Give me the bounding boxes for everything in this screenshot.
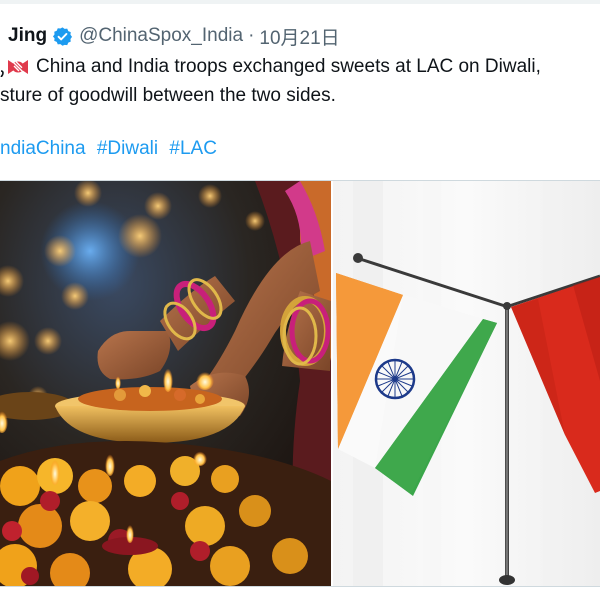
text-line-2: sture of goodwill between the two sides. [0,85,336,106]
tweet-text-line-1: China and India troops exchanged sweets … [0,54,541,80]
text-line-1: China and India troops exchanged sweets … [36,56,541,77]
author-handle[interactable]: @ChinaSpox_India [79,25,243,47]
candy-emoji-icon [6,57,30,77]
tweet-header: Jing @ChinaSpox_India · 10月21日 [8,22,340,50]
flags-photo[interactable] [333,181,600,586]
top-border [0,0,600,4]
author-name[interactable]: Jing [8,25,47,47]
hashtag-lac[interactable]: #LAC [169,138,217,159]
hashtag-row: ndiaChina #Diwali #LAC [0,138,223,160]
tweet-date[interactable]: 10月21日 [259,23,339,50]
diwali-photo[interactable] [0,181,331,586]
hashtag-diwali[interactable]: #Diwali [97,138,158,159]
verified-badge-icon [52,26,73,47]
hashtag-indiachina[interactable]: ndiaChina [0,138,86,159]
media-grid [0,180,600,587]
separator-dot: · [248,25,255,46]
